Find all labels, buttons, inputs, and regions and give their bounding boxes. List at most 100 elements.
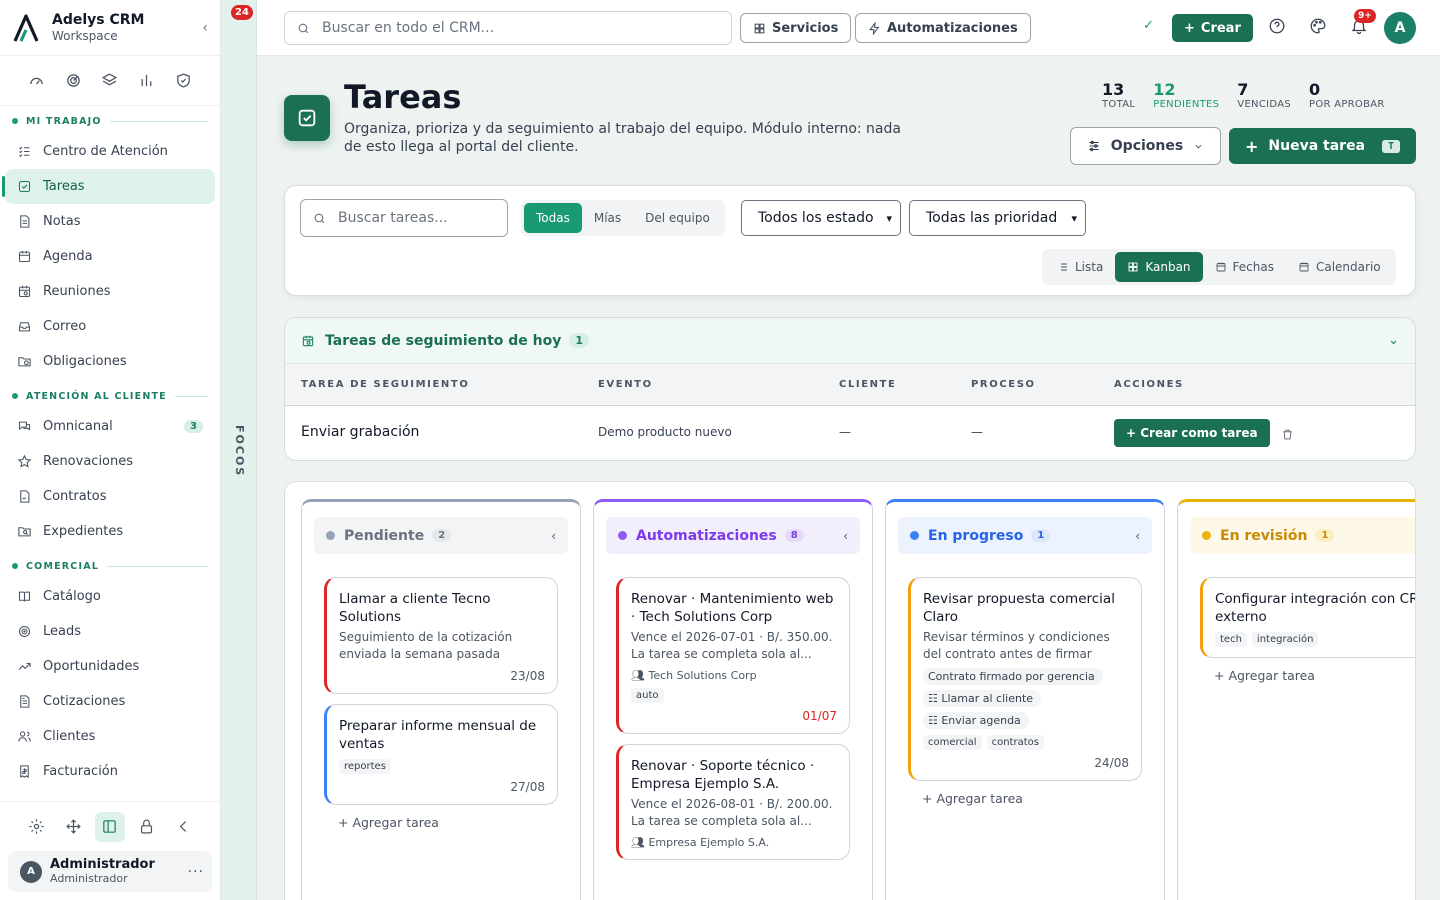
sidebar-item-cotizaciones[interactable]: Cotizaciones: [5, 684, 215, 719]
view-kanban[interactable]: Kanban: [1115, 252, 1203, 282]
global-search-input[interactable]: Buscar en todo el CRM...: [284, 11, 732, 45]
bar-chart-icon[interactable]: [138, 72, 155, 89]
chevron-left-icon[interactable]: [169, 812, 199, 842]
task-card[interactable]: Renovar · Soporte técnico · Empresa Ejem…: [616, 744, 850, 860]
sidebar-item-clientes[interactable]: Clientes: [5, 719, 215, 754]
followup-count: 1: [569, 333, 590, 348]
subtask-chip[interactable]: ☷ Llamar al cliente: [923, 690, 1042, 707]
shield-check-icon[interactable]: [175, 72, 192, 89]
task-card[interactable]: Renovar · Mantenimiento web · Tech Solut…: [616, 577, 850, 734]
task-card-client-name: Empresa Ejemplo S.A.: [648, 836, 770, 849]
sidebar-item-facturación[interactable]: Facturación: [5, 754, 215, 789]
move-icon[interactable]: [58, 812, 88, 842]
target-icon: [18, 625, 31, 638]
notification-badge: 9+: [1354, 9, 1376, 23]
followup-header[interactable]: Tareas de seguimiento de hoy 1 ⌄: [285, 318, 1415, 363]
chevron-left-icon[interactable]: ‹: [843, 529, 848, 543]
collapse-sidebar-icon[interactable]: ‹: [202, 20, 208, 36]
task-card[interactable]: Preparar informe mensual de ventas report…: [324, 704, 558, 805]
list-check-icon: ☷: [928, 714, 942, 727]
sidebar-item-tareas[interactable]: Tareas: [2, 169, 215, 204]
task-card[interactable]: Revisar propuesta comercial Claro Revisar…: [908, 577, 1142, 781]
options-button[interactable]: Opciones: [1070, 127, 1221, 165]
sidebar-item-notas[interactable]: Notas: [5, 204, 215, 239]
user-card[interactable]: A Administrador Administrador ···: [8, 851, 212, 892]
avatar[interactable]: A: [1384, 12, 1416, 44]
sidebar-item-catálogo[interactable]: Catálogo: [5, 579, 215, 614]
status-select[interactable]: Todos los estado ▾: [741, 200, 901, 236]
nav-badge: 3: [184, 420, 203, 433]
chevron-left-icon[interactable]: ‹: [1135, 529, 1140, 543]
task-card[interactable]: Configurar integración con CRM externo te…: [1200, 577, 1416, 658]
sidebar-item-leads[interactable]: Leads: [5, 614, 215, 649]
view-dates[interactable]: Fechas: [1203, 252, 1286, 282]
invoice-icon: [20, 765, 29, 779]
add-task-button[interactable]: + Agregar tarea: [922, 791, 1164, 806]
gauge-icon[interactable]: [28, 72, 45, 89]
column-header: CLIENTE: [839, 379, 897, 390]
add-task-button[interactable]: + Agregar tarea: [338, 815, 580, 830]
focus-rail[interactable]: 24 FOCOS: [221, 0, 257, 900]
page-description: Organiza, prioriza y da seguimiento al t…: [344, 121, 901, 155]
file-sign-icon: [20, 490, 30, 503]
stat-value: 13: [1102, 80, 1125, 99]
calendar-icon: [1216, 262, 1225, 272]
settings-icon[interactable]: [21, 812, 51, 842]
task-card-client-name: Tech Solutions Corp: [648, 669, 757, 682]
stat-to-approve: 0 POR APROBAR: [1309, 81, 1385, 111]
sidebar-item-correo[interactable]: Correo: [5, 309, 215, 344]
scope-team[interactable]: Del equipo: [633, 203, 722, 233]
sidebar-item-contratos[interactable]: Contratos: [5, 479, 215, 514]
sidebar-item-obligaciones[interactable]: Obligaciones: [5, 344, 215, 379]
services-button[interactable]: Servicios: [740, 13, 852, 43]
chevron-down-icon[interactable]: ⌄: [1388, 333, 1399, 348]
scope-mine[interactable]: Mías: [582, 203, 633, 233]
sidebar-item-expedientes[interactable]: Expedientes: [5, 514, 215, 549]
scope-all[interactable]: Todas: [524, 203, 582, 233]
radar-icon[interactable]: [65, 72, 82, 89]
sidebar-item-renovaciones[interactable]: Renovaciones: [5, 444, 215, 479]
task-card-title: Configurar integración con CRM externo: [1215, 591, 1416, 625]
help-icon[interactable]: [1268, 17, 1288, 37]
followup-title: Tareas de seguimiento de hoy: [325, 332, 562, 349]
sidebar-item-reuniones[interactable]: Reuniones: [5, 274, 215, 309]
new-task-button[interactable]: + Nueva tarea T: [1229, 128, 1416, 164]
sidebar: Adelys CRM Workspace ‹ MI TRABAJO Centro …: [0, 0, 221, 900]
tag: contratos: [986, 735, 1044, 750]
sidebar-item-oportunidades[interactable]: Oportunidades: [5, 649, 215, 684]
sidebar-item-omnicanal[interactable]: Omnicanal 3: [5, 409, 215, 444]
user-role: Administrador: [50, 872, 128, 885]
view-dates-label: Fechas: [1232, 260, 1274, 274]
sidebar-item-label: Leads: [43, 624, 82, 639]
layers-icon[interactable]: [101, 72, 118, 89]
panel-layout-icon[interactable]: [94, 811, 125, 842]
task-card[interactable]: Llamar a cliente Tecno Solutions Seguimie…: [324, 577, 558, 694]
tag: integración: [1251, 632, 1319, 647]
automations-button[interactable]: Automatizaciones: [855, 13, 1031, 43]
view-list[interactable]: Lista: [1045, 252, 1115, 282]
folder-clock-icon: [18, 357, 31, 367]
subtask-chip[interactable]: ☷ Enviar agenda: [923, 712, 1029, 729]
chevron-left-icon[interactable]: ‹: [551, 529, 556, 543]
tag: reportes: [339, 759, 391, 774]
add-task-button[interactable]: + Agregar tarea: [1214, 668, 1415, 683]
palette-icon[interactable]: [1309, 17, 1329, 37]
view-calendar[interactable]: Calendario: [1286, 252, 1393, 282]
focus-badge: 24: [231, 5, 253, 20]
priority-select-value: Todas las prioridad: [926, 210, 1058, 226]
task-search-input[interactable]: Buscar tareas...: [300, 199, 508, 237]
create-as-task-button[interactable]: + Crear como tarea: [1114, 419, 1270, 447]
priority-select[interactable]: Todas las prioridad ▾: [909, 200, 1086, 236]
view-calendar-label: Calendario: [1315, 260, 1381, 274]
nav-section-label: COMERCIAL: [0, 553, 220, 579]
stat-label: TOTAL: [1102, 99, 1136, 110]
sidebar-item-agenda[interactable]: Agenda: [5, 239, 215, 274]
view-switcher: Lista Kanban Fechas Calendario: [1042, 249, 1396, 285]
more-icon[interactable]: ···: [188, 864, 204, 880]
sidebar-item-centro-de-atención[interactable]: Centro de Atención: [5, 134, 215, 169]
create-button[interactable]: + Crear: [1172, 14, 1253, 42]
brand-subtitle: Workspace: [52, 28, 118, 43]
trash-icon[interactable]: [1281, 426, 1295, 440]
lock-icon[interactable]: [132, 812, 162, 842]
sidebar-item-label: Expedientes: [43, 524, 124, 539]
